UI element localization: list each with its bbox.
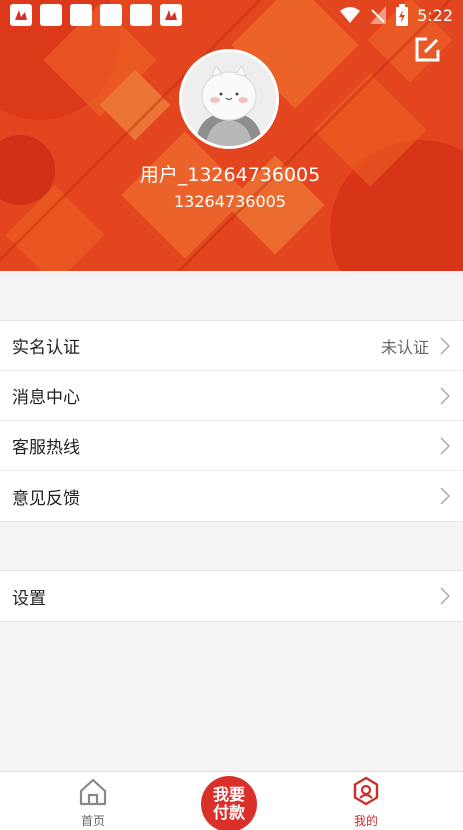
square-icon (40, 4, 62, 26)
menu-item-customer-service[interactable]: 客服热线 (0, 421, 463, 471)
menu-group-account: 实名认证 未认证 消息中心 客服热线 意见反馈 (0, 320, 463, 522)
tab-home[interactable]: 首页 (53, 772, 133, 830)
menu-item-feedback[interactable]: 意见反馈 (0, 471, 463, 521)
avatar[interactable] (179, 49, 279, 149)
chevron-right-icon (440, 587, 451, 605)
profile-header: 5:22 用户_13264736005 13264736005 (0, 0, 463, 271)
chevron-right-icon (440, 436, 451, 455)
default-avatar-icon (182, 52, 276, 146)
square-icon (100, 4, 122, 26)
menu-item-label: 实名认证 (12, 338, 80, 358)
square-icon (130, 4, 152, 26)
home-icon (79, 778, 107, 806)
menu-group-settings: 设置 (0, 570, 463, 622)
pay-button-line1: 我要 (212, 785, 245, 804)
edit-icon (415, 37, 440, 62)
pay-button[interactable]: 我要 付款 (201, 776, 257, 830)
menu-item-real-name-auth[interactable]: 实名认证 未认证 (0, 321, 463, 371)
edit-profile-button[interactable] (413, 36, 441, 64)
tab-mine-label: 我的 (353, 814, 378, 828)
status-bar: 5:22 (0, 0, 463, 30)
menu-item-messages[interactable]: 消息中心 (0, 371, 463, 421)
app-notification-icon (10, 4, 32, 26)
tab-home-label: 首页 (80, 814, 105, 828)
menu-item-label: 消息中心 (12, 388, 80, 408)
square-icon (70, 4, 92, 26)
battery-charging-icon (396, 4, 409, 26)
tab-mine[interactable]: 我的 (326, 772, 406, 830)
menu-item-label: 客服热线 (12, 438, 80, 458)
profile-hexagon-icon (353, 776, 379, 806)
chevron-right-icon (440, 487, 451, 505)
chevron-right-icon (440, 386, 451, 405)
menu-item-label: 意见反馈 (12, 488, 80, 509)
auth-status: 未认证 (380, 337, 429, 357)
app-notification-icon (160, 4, 182, 26)
phone-number: 13264736005 (174, 192, 286, 211)
chevron-right-icon (440, 336, 451, 355)
status-time: 5:22 (417, 5, 453, 25)
menu-item-label: 设置 (12, 588, 46, 609)
username: 用户_13264736005 (139, 164, 321, 186)
pay-button-line2: 付款 (212, 803, 245, 822)
signal-off-icon (370, 6, 387, 24)
menu-item-settings[interactable]: 设置 (0, 571, 463, 621)
wifi-icon (340, 7, 361, 23)
